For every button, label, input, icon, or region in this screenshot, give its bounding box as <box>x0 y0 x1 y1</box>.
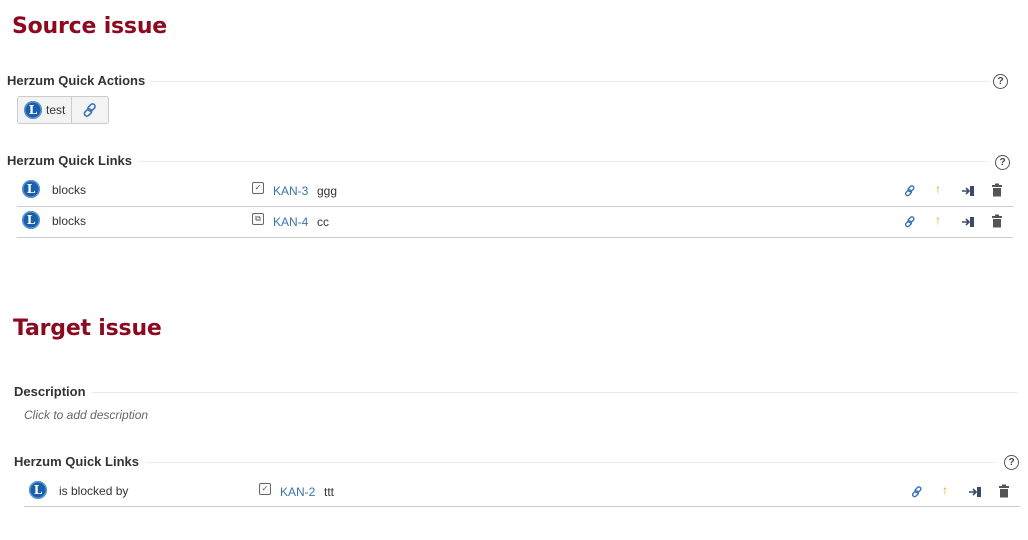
link-icon[interactable] <box>903 215 917 229</box>
trash-icon[interactable] <box>997 484 1011 498</box>
description-placeholder[interactable]: Click to add description <box>24 408 148 422</box>
herzum-logo-icon: L <box>22 211 40 229</box>
link-icon <box>83 103 97 117</box>
herzum-logo-icon: L <box>24 101 42 119</box>
priority-arrow-icon[interactable]: ↑ <box>938 483 952 497</box>
priority-arrow-icon[interactable]: ↑ <box>931 213 945 227</box>
herzum-logo-icon: L <box>22 180 40 198</box>
herzum-logo-icon: L <box>29 481 47 499</box>
quick-links-title: Herzum Quick Links <box>14 454 139 469</box>
issue-summary: cc <box>317 215 329 229</box>
row-divider <box>17 237 1013 238</box>
task-icon: ✓ <box>252 182 264 194</box>
quick-links-title: Herzum Quick Links <box>7 153 132 168</box>
quick-action-label: test <box>46 103 66 117</box>
target-issue-heading: Target issue <box>13 316 162 341</box>
quick-actions-group: L test <box>17 96 110 124</box>
quick-link-row: L blocks ⧉ KAN-4 cc ↑ <box>17 207 1013 237</box>
trash-icon[interactable] <box>990 183 1004 197</box>
issue-key-link[interactable]: KAN-4 <box>273 215 308 229</box>
help-icon[interactable]: ? <box>1004 455 1019 470</box>
divider <box>138 161 988 162</box>
quick-action-test-button[interactable]: L test <box>18 97 71 123</box>
help-icon[interactable]: ? <box>993 74 1008 89</box>
quick-link-row: L is blocked by ✓ KAN-2 ttt ↑ <box>24 477 1020 507</box>
subtask-icon: ⧉ <box>252 213 264 225</box>
quick-action-link-button[interactable] <box>71 97 108 123</box>
divider <box>146 462 996 463</box>
source-issue-heading: Source issue <box>12 14 168 39</box>
link-icon[interactable] <box>910 485 924 499</box>
divider <box>150 81 990 82</box>
task-icon: ✓ <box>259 483 271 495</box>
issue-summary: ggg <box>317 184 338 198</box>
divider <box>92 392 1018 393</box>
issue-key-link[interactable]: KAN-2 <box>280 485 315 499</box>
link-relation: is blocked by <box>59 484 129 498</box>
help-icon[interactable]: ? <box>995 155 1010 170</box>
row-divider <box>24 506 1020 507</box>
quick-link-row: L blocks ✓ KAN-3 ggg ↑ <box>17 176 1013 206</box>
priority-arrow-icon[interactable]: ↑ <box>931 182 945 196</box>
link-relation: blocks <box>52 183 87 197</box>
description-title: Description <box>14 384 86 399</box>
link-icon[interactable] <box>903 184 917 198</box>
move-icon[interactable] <box>961 215 975 229</box>
quick-actions-title: Herzum Quick Actions <box>7 73 146 88</box>
issue-key-link[interactable]: KAN-3 <box>273 184 308 198</box>
issue-summary: ttt <box>324 485 335 499</box>
move-icon[interactable] <box>968 485 982 499</box>
trash-icon[interactable] <box>990 214 1004 228</box>
move-icon[interactable] <box>961 184 975 198</box>
link-relation: blocks <box>52 214 87 228</box>
